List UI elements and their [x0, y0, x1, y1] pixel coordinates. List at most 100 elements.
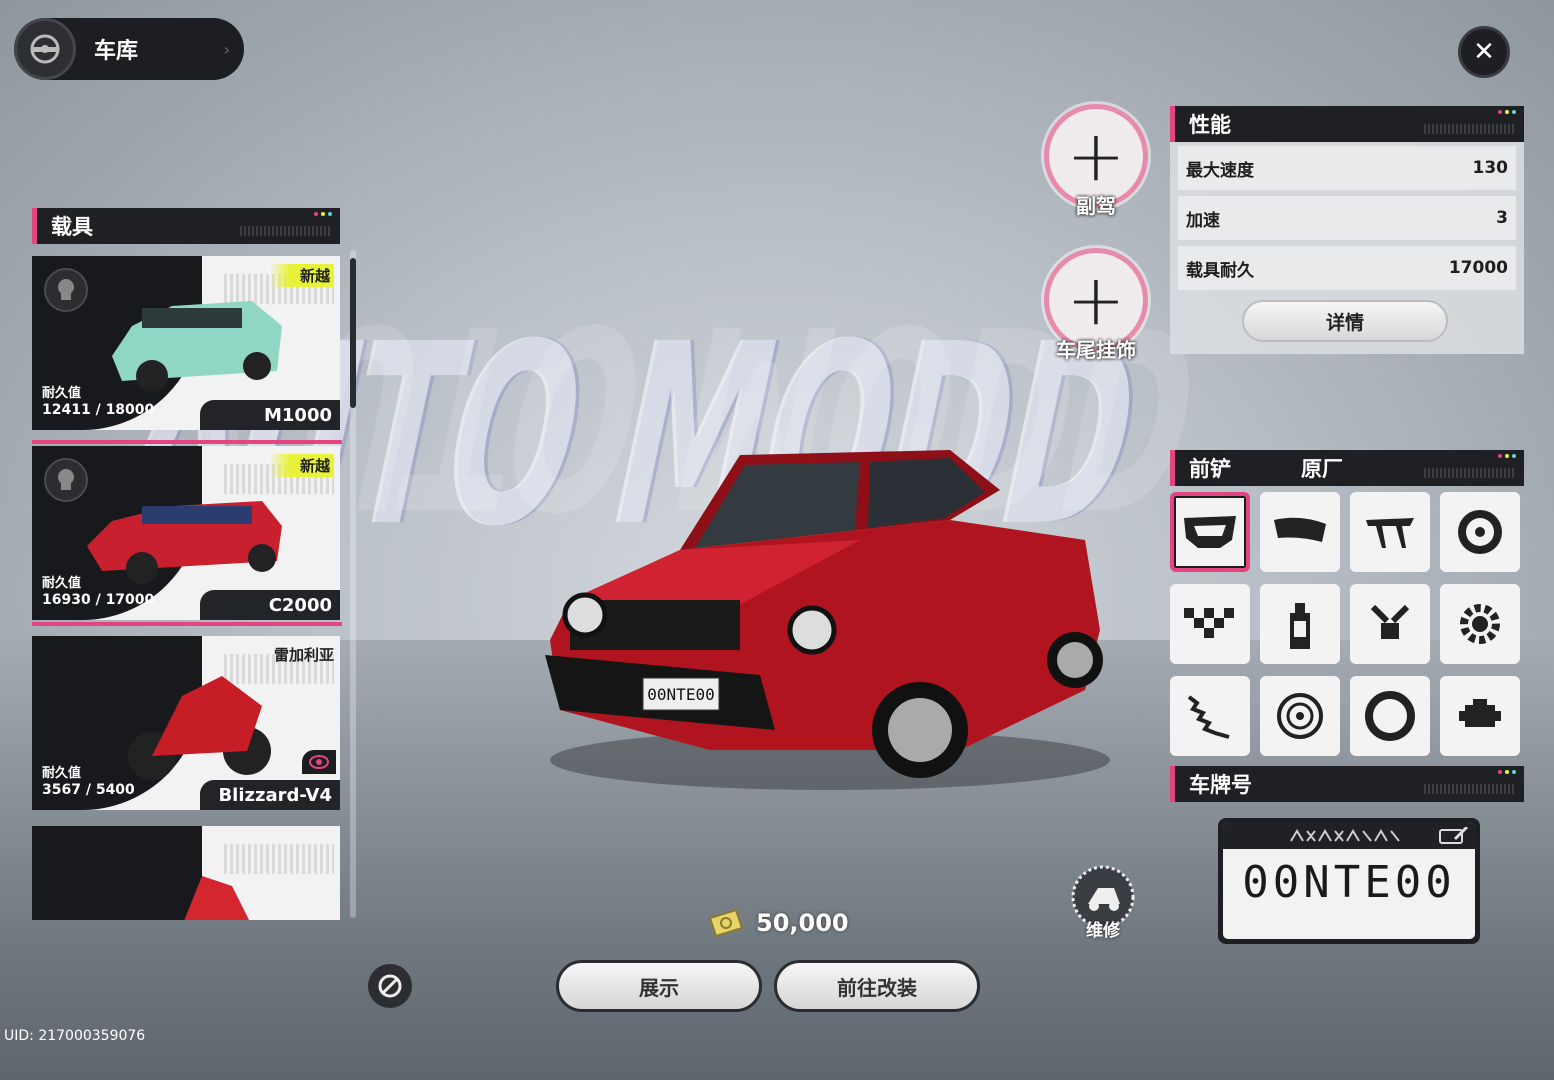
- details-button[interactable]: 详情: [1242, 300, 1448, 342]
- durability-label: 耐久值: [42, 386, 82, 401]
- perf-label: 载具耐久: [1186, 260, 1254, 281]
- vehicle-card-partial[interactable]: [32, 826, 340, 920]
- vehicle-brand: 雷加利亚: [273, 646, 334, 664]
- durability-value: 16930 / 17000: [42, 592, 155, 608]
- performance-panel: 最大速度 130 加速 3 载具耐久 17000 详情: [1170, 142, 1524, 354]
- part-engine[interactable]: [1440, 676, 1520, 756]
- vehicle-list-scrollbar[interactable]: [350, 250, 356, 918]
- gear-icon: [1460, 604, 1500, 644]
- plus-icon: +: [1066, 259, 1126, 341]
- durability-value: 12411 / 18000: [42, 402, 155, 418]
- perf-row-durability: 载具耐久 17000: [1178, 246, 1516, 290]
- coin-ticket-icon: [708, 908, 744, 938]
- user-id: UID: 217000359076: [4, 1028, 146, 1044]
- rear-bumper-icon: [1274, 517, 1326, 542]
- close-button[interactable]: ✕: [1458, 26, 1510, 78]
- performance-header-label: 性能: [1189, 113, 1231, 137]
- durability-label: 耐久值: [42, 576, 82, 591]
- vehicle-name: Blizzard-V4: [200, 780, 340, 810]
- svg-text:00NTE00: 00NTE00: [647, 685, 714, 704]
- part-livery[interactable]: [1170, 584, 1250, 664]
- perf-value: 17000: [1448, 258, 1508, 278]
- vehicle-image: [184, 876, 249, 920]
- part-rear-bumper[interactable]: [1260, 492, 1340, 572]
- plate-number: 00NTE00: [1242, 857, 1456, 908]
- vehicle-image: [87, 501, 282, 584]
- checker-pattern-icon: [1184, 608, 1234, 638]
- vehicle-card-blizzard-v4[interactable]: 雷加利亚 耐久值 3567 / 5400 Blizzard-V4: [32, 636, 340, 810]
- vehicle-card-m1000[interactable]: 新越 耐久值 12411 / 18000 M1000: [32, 256, 340, 430]
- garage-title: 车库: [94, 39, 139, 64]
- mod-part-header: 前铲 原厂: [1170, 450, 1524, 486]
- part-wheel-rim[interactable]: [1440, 492, 1520, 572]
- engine-icon: [1459, 699, 1501, 727]
- header-barcode-decoration: [1424, 468, 1514, 478]
- part-spoiler[interactable]: [1350, 492, 1430, 572]
- steering-wheel-icon: [14, 18, 76, 80]
- durability-value: 3567 / 5400: [42, 782, 135, 798]
- header-barcode-decoration: [1424, 124, 1514, 134]
- header-dots-decoration: [1498, 110, 1516, 114]
- hide-ui-icon: [378, 974, 402, 998]
- front-bumper-icon: [1184, 516, 1236, 548]
- vehicle-card-c2000[interactable]: 新越 耐久值 16930 / 17000 C2000: [32, 440, 342, 626]
- header-barcode-decoration: [240, 226, 330, 236]
- perf-value: 3: [1496, 208, 1508, 228]
- vehicle-image: [128, 676, 271, 780]
- vehicle-brand: 新越: [269, 264, 334, 287]
- vehicle-image: [112, 301, 282, 392]
- vehicle-list[interactable]: 新越 耐久值 12411 / 18000 M1000 新越 耐久值 16930 …: [32, 256, 342, 920]
- vehicle-name: M1000: [200, 400, 340, 430]
- spoiler-icon: [1366, 518, 1414, 548]
- spray-paint-icon: [1290, 603, 1310, 649]
- brake-disc-icon: [1277, 693, 1323, 739]
- perf-label: 加速: [1186, 210, 1220, 231]
- license-plate[interactable]: 00NTE00: [1218, 818, 1480, 944]
- part-front-bumper[interactable]: [1170, 492, 1250, 572]
- chevron-right-icon: ›: [223, 39, 230, 59]
- car-model[interactable]: 00NTE00: [530, 430, 1120, 790]
- part-brakes[interactable]: [1260, 676, 1340, 756]
- rear-ornament-label: 车尾挂饰: [1056, 338, 1136, 362]
- suspension-spring-icon: [1187, 695, 1230, 739]
- header-dots-decoration: [1498, 454, 1516, 458]
- go-modify-button[interactable]: 前往改装: [774, 960, 980, 1012]
- part-transmission[interactable]: [1440, 584, 1520, 664]
- showcase-button[interactable]: 展示: [556, 960, 762, 1012]
- performance-header: 性能: [1170, 106, 1524, 142]
- vehicles-header-label: 载具: [51, 215, 93, 239]
- garage-title-bar[interactable]: 车库 ›: [14, 18, 244, 80]
- hide-ui-button[interactable]: [368, 964, 412, 1008]
- currency-display: 50,000: [706, 908, 849, 938]
- edit-plate-icon[interactable]: [1439, 827, 1469, 845]
- piston-icon: [1370, 604, 1410, 639]
- passenger-label: 副驾: [1076, 194, 1116, 218]
- perf-label: 最大速度: [1186, 160, 1254, 181]
- repair-label: 维修: [1086, 921, 1120, 941]
- perf-value: 130: [1472, 158, 1509, 178]
- header-dots-decoration: [1498, 770, 1516, 774]
- parts-grid: [1170, 492, 1524, 756]
- eye-icon[interactable]: [302, 750, 336, 774]
- tire-icon: [1365, 691, 1415, 741]
- part-tires[interactable]: [1350, 676, 1430, 756]
- vehicle-brand: 新越: [269, 454, 334, 477]
- mod-part-value: 原厂: [1301, 457, 1343, 481]
- mod-part-name: 前铲: [1189, 457, 1231, 481]
- part-suspension[interactable]: [1170, 676, 1250, 756]
- plate-logo: [1223, 823, 1475, 849]
- plus-icon: +: [1066, 115, 1126, 197]
- plate-header: 车牌号: [1170, 766, 1524, 802]
- lock-icon: [44, 268, 88, 312]
- scrollbar-thumb[interactable]: [350, 258, 356, 408]
- perf-row-acceleration: 加速 3: [1178, 196, 1516, 240]
- close-icon: ✕: [1473, 37, 1495, 67]
- plate-header-label: 车牌号: [1189, 773, 1252, 797]
- currency-amount: 50,000: [756, 909, 849, 937]
- part-paint[interactable]: [1260, 584, 1340, 664]
- part-engine-tuning[interactable]: [1350, 584, 1430, 664]
- wheel-rim-icon: [1458, 510, 1502, 554]
- vehicle-name: C2000: [200, 590, 340, 620]
- header-barcode-decoration: [1424, 784, 1514, 794]
- vehicles-header: 载具: [32, 208, 340, 244]
